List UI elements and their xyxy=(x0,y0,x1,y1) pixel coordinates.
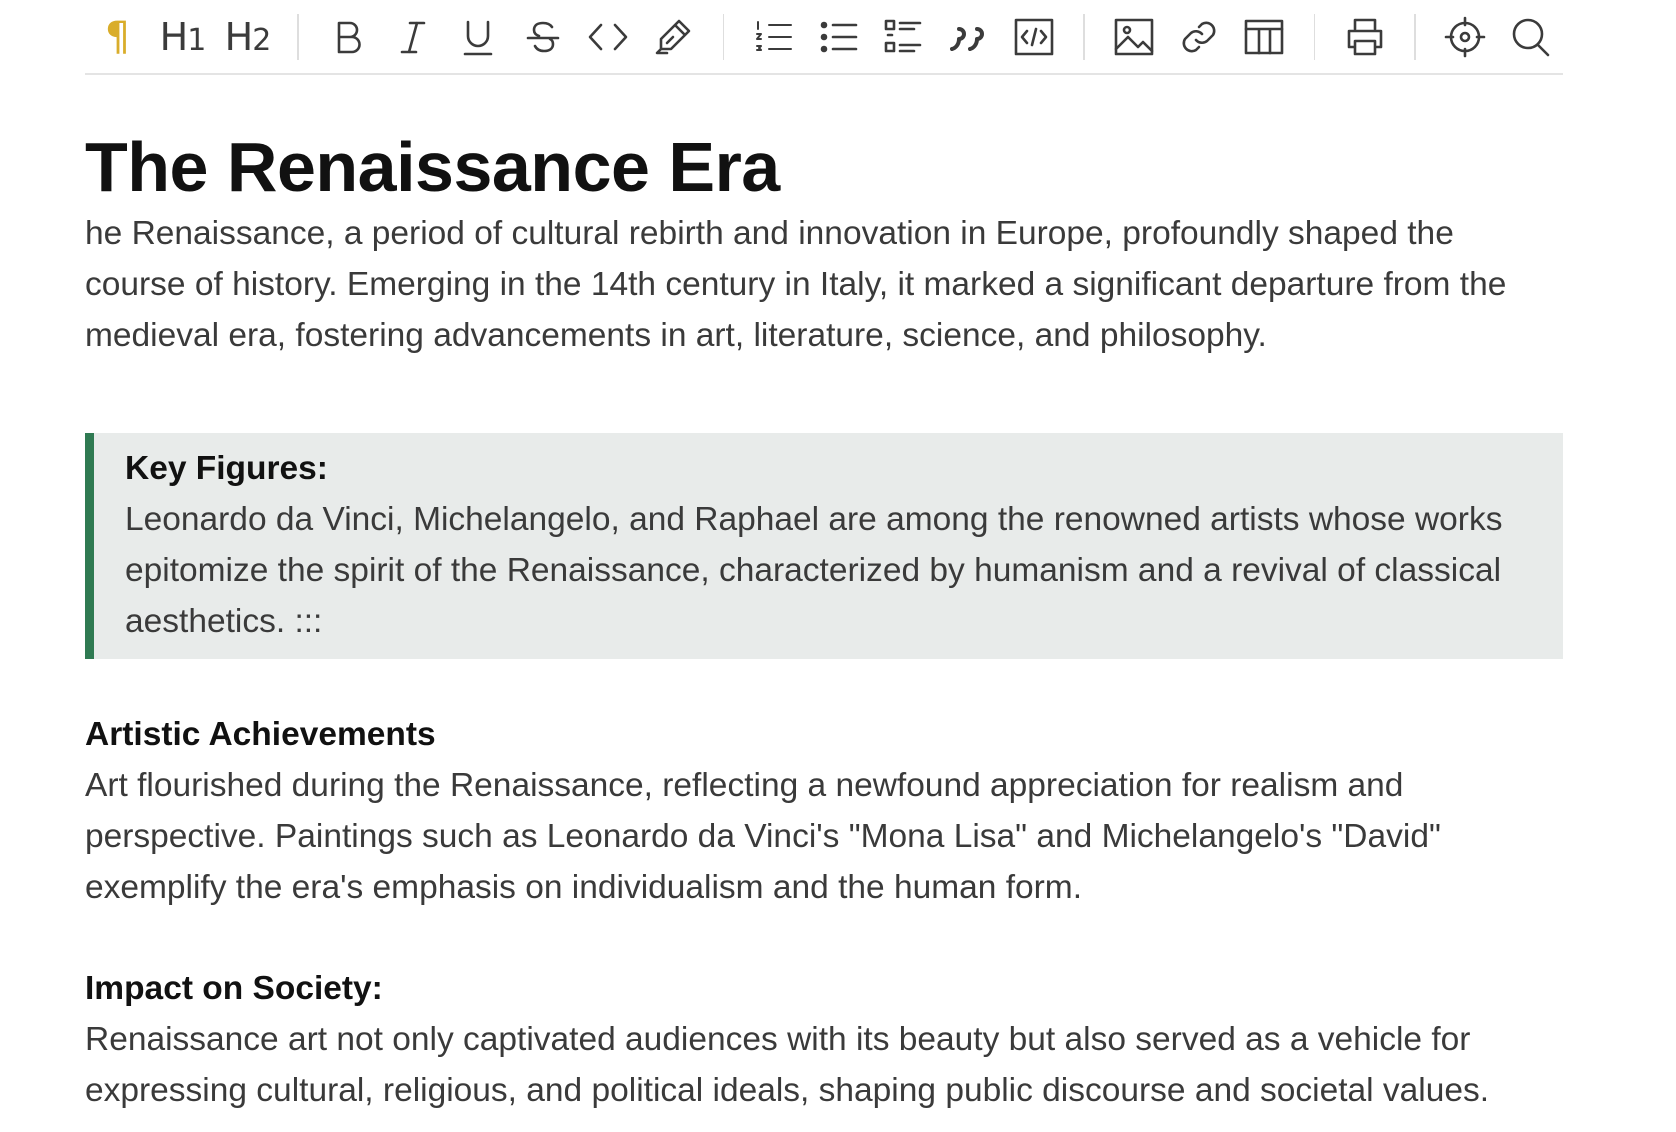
blockquote-button[interactable] xyxy=(936,7,1001,67)
toolbar-divider xyxy=(722,13,725,60)
toolbar-group-print xyxy=(1332,0,1397,74)
callout-title: Key Figures: xyxy=(125,449,328,487)
ordered-list-icon xyxy=(755,20,792,51)
highlighter-icon xyxy=(655,19,691,54)
toolbar: ¶ H1 H2 xyxy=(85,0,1563,75)
underline-button[interactable] xyxy=(446,7,511,67)
heading1-button[interactable]: H1 xyxy=(150,7,215,67)
toolbar-group-blocks xyxy=(741,0,1066,74)
image-icon xyxy=(1114,18,1154,55)
toolbar-divider xyxy=(1414,13,1416,60)
table-button[interactable] xyxy=(1232,7,1297,67)
ordered-list-button[interactable] xyxy=(741,7,806,67)
section-artistic-achievements: Artistic Achievements Art flourished dur… xyxy=(85,709,1563,913)
section-heading: Impact on Society: xyxy=(85,969,383,1007)
callout-text: Leonardo da Vinci, Michelangelo, and Rap… xyxy=(125,500,1503,640)
search-icon xyxy=(1513,18,1550,56)
print-button[interactable] xyxy=(1332,7,1397,67)
callout-box: Key Figures: Leonardo da Vinci, Michelan… xyxy=(85,432,1563,659)
strikethrough-icon xyxy=(526,21,560,52)
link-button[interactable] xyxy=(1167,7,1232,67)
code-button[interactable] xyxy=(576,7,641,67)
toolbar-divider xyxy=(1313,13,1316,60)
strikethrough-button[interactable] xyxy=(511,7,576,67)
focus-button[interactable] xyxy=(1433,7,1498,67)
task-list-icon xyxy=(884,19,921,52)
image-button[interactable] xyxy=(1102,7,1167,67)
toolbar-group-format xyxy=(316,0,706,74)
toolbar-divider xyxy=(297,13,299,60)
heading1-icon: H1 xyxy=(159,14,207,59)
heading2-icon: H2 xyxy=(224,14,272,59)
blockquote-icon xyxy=(949,26,984,51)
section-paragraph: Art flourished during the Renaissance, r… xyxy=(85,766,1441,906)
code-block-icon xyxy=(1014,18,1053,55)
table-icon xyxy=(1244,19,1284,54)
toolbar-group-insert xyxy=(1102,0,1297,74)
focus-icon xyxy=(1445,16,1486,57)
code-block-button[interactable] xyxy=(1001,7,1066,67)
intro-paragraph: he Renaissance, a period of cultural reb… xyxy=(85,214,1507,354)
editor: ¶ H1 H2 The Renaissance Era he Renaissan… xyxy=(85,0,1563,1132)
section-heading: Artistic Achievements xyxy=(85,715,436,753)
document-title: The Renaissance Era xyxy=(85,128,780,206)
italic-button[interactable] xyxy=(381,7,446,67)
paragraph-icon: ¶ xyxy=(104,13,131,60)
link-icon xyxy=(1182,21,1216,52)
underline-icon xyxy=(463,20,493,55)
bullet-list-icon xyxy=(820,21,857,52)
section-impact-on-society: Impact on Society: Renaissance art not o… xyxy=(85,963,1563,1116)
paragraph-button[interactable]: ¶ xyxy=(85,7,150,67)
section-paragraph: Renaissance art not only captivated audi… xyxy=(85,1020,1490,1109)
toolbar-divider xyxy=(1083,13,1085,60)
toolbar-group-view xyxy=(1433,0,1563,74)
toolbar-group-headings: ¶ H1 H2 xyxy=(85,0,280,74)
highlight-button[interactable] xyxy=(641,7,706,67)
task-list-button[interactable] xyxy=(871,7,936,67)
code-icon xyxy=(588,23,628,50)
search-button[interactable] xyxy=(1498,7,1563,67)
document-body[interactable]: The Renaissance Era he Renaissance, a pe… xyxy=(85,75,1563,1116)
bullet-list-button[interactable] xyxy=(806,7,871,67)
print-icon xyxy=(1347,18,1383,55)
italic-icon xyxy=(400,21,426,53)
bold-icon xyxy=(337,21,361,53)
bold-button[interactable] xyxy=(316,7,381,67)
heading2-button[interactable]: H2 xyxy=(215,7,280,67)
